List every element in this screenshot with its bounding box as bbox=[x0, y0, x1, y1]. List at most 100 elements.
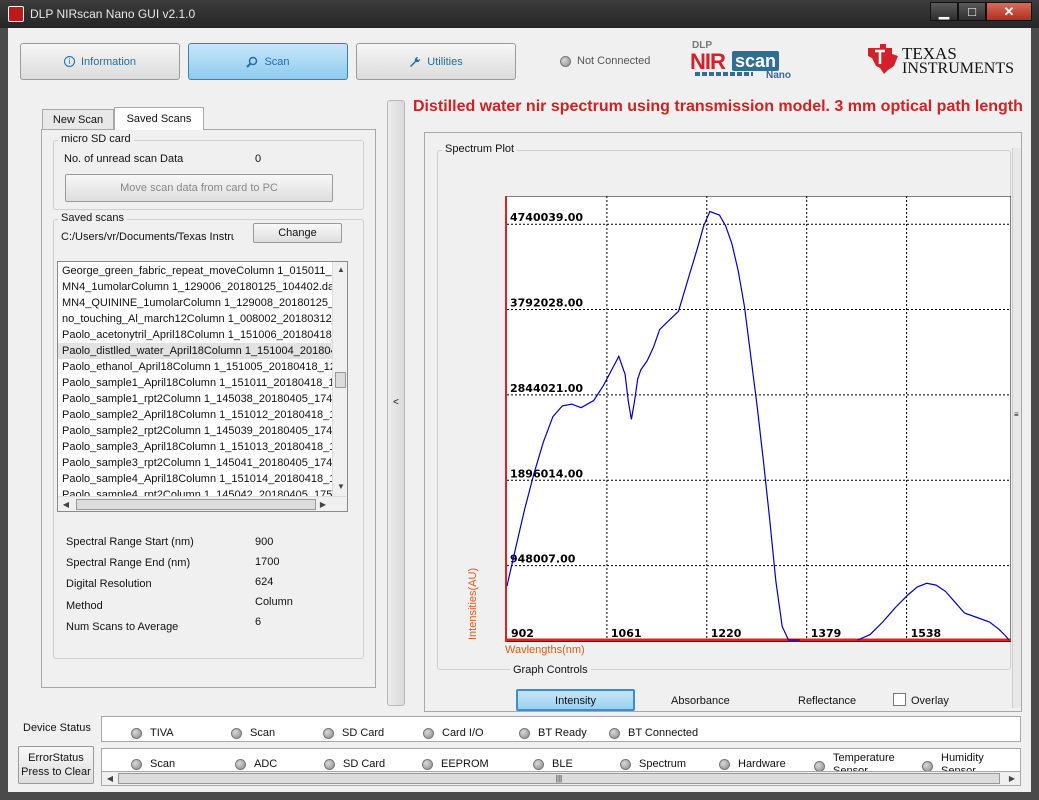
list-item[interactable]: Paolo_sample4_April18Column 1_151014_201… bbox=[58, 471, 332, 487]
error-status-button-line1: ErrorStatus bbox=[28, 752, 84, 764]
list-vertical-scrollbar[interactable]: ▲ ▼ bbox=[332, 262, 347, 496]
error-led-icon bbox=[422, 758, 433, 770]
search-icon bbox=[246, 56, 258, 68]
status-led-icon bbox=[131, 727, 142, 739]
list-item-selected[interactable]: Paolo_distlled_water_April18Column 1_151… bbox=[58, 343, 332, 359]
error-spectrum-label: Spectrum bbox=[639, 758, 687, 770]
x-tick-label: 1220 bbox=[711, 627, 742, 640]
x-tick-label: 902 bbox=[511, 627, 534, 640]
device-status-label: Device Status bbox=[23, 722, 91, 734]
overlay-checkbox[interactable] bbox=[893, 693, 906, 706]
scroll-grip-icon: ≡ bbox=[1014, 410, 1019, 419]
tab-saved-scans[interactable]: Saved Scans bbox=[114, 107, 204, 130]
y-axis-label: Intensities(AU) bbox=[467, 567, 479, 640]
spectrum-scrollbar[interactable]: ≡ bbox=[1012, 148, 1021, 708]
error-hardware: Hardware bbox=[719, 758, 786, 770]
scroll-up-icon[interactable]: ▲ bbox=[334, 263, 347, 277]
x-tick-label: 1538 bbox=[911, 627, 942, 640]
error-status-scrollbar[interactable]: ◀ ||| ▶ bbox=[101, 771, 1021, 786]
list-item[interactable]: Paolo_ethanol_April18Column 1_151005_201… bbox=[58, 359, 332, 375]
scroll-left-icon[interactable]: ◀ bbox=[59, 498, 73, 511]
nirscan-logo: DLP NIR scan Nano bbox=[690, 40, 800, 84]
list-item[interactable]: Paolo_sample1_April18Column 1_151011_201… bbox=[58, 375, 332, 391]
tab-utilities[interactable]: Utilities bbox=[356, 43, 516, 80]
error-status-clear-button[interactable]: ErrorStatus Press to Clear bbox=[18, 746, 94, 784]
error-sd-card: SD Card bbox=[324, 758, 385, 770]
list-item[interactable]: Paolo_acetonytril_April18Column 1_151006… bbox=[58, 327, 332, 343]
y-tick-label: 4740039.00 bbox=[510, 211, 583, 224]
spectrum-chart-svg: 902106112201379153817014740039.003792028… bbox=[504, 195, 1039, 643]
method-value: Column bbox=[255, 596, 293, 608]
minimize-button[interactable]: ▁ bbox=[930, 2, 958, 21]
error-eeprom-label: EEPROM bbox=[441, 758, 489, 770]
list-hscroll-thumb[interactable] bbox=[76, 499, 316, 510]
error-ble-label: BLE bbox=[552, 758, 573, 770]
scroll-down-icon[interactable]: ▼ bbox=[334, 480, 347, 494]
list-item[interactable]: Paolo_sample2_rpt2Column 1_145039_201804… bbox=[58, 423, 332, 439]
tab-information[interactable]: i Information bbox=[20, 43, 180, 80]
tab-scan[interactable]: Scan bbox=[188, 43, 348, 80]
status-led-icon bbox=[423, 727, 434, 739]
status-led-icon bbox=[323, 727, 334, 739]
overlay-label: Overlay bbox=[911, 695, 949, 707]
digital-resolution-value: 624 bbox=[255, 576, 274, 588]
error-scroll-thumb[interactable]: ||| bbox=[118, 773, 1000, 784]
spectral-start-label: Spectral Range Start (nm) bbox=[66, 536, 194, 548]
error-status-button-line2: Press to Clear bbox=[21, 766, 91, 778]
scroll-right-icon[interactable]: ▶ bbox=[1005, 772, 1019, 786]
list-item[interactable]: Paolo_sample3_rpt2Column 1_145041_201804… bbox=[58, 455, 332, 471]
scroll-left-icon[interactable]: ◀ bbox=[103, 772, 117, 786]
saved-scans-list[interactable]: George_green_fabric_repeat_moveColumn 1_… bbox=[57, 261, 348, 512]
error-scan-label: Scan bbox=[150, 758, 176, 770]
status-led-icon bbox=[231, 727, 242, 739]
maximize-button[interactable]: □ bbox=[958, 2, 986, 21]
spectral-end-value: 1700 bbox=[255, 556, 280, 568]
title-bar[interactable]: DLP NIRscan Nano GUI v2.1.0 ▁ □ ✕ bbox=[0, 0, 1039, 28]
list-item[interactable]: MN4_1umolarColumn 1_129006_20180125_1044… bbox=[58, 279, 332, 295]
move-scan-data-button[interactable]: Move scan data from card to PC bbox=[65, 174, 333, 202]
list-scroll-thumb[interactable] bbox=[335, 372, 346, 388]
absorbance-button[interactable]: Absorbance bbox=[671, 695, 730, 707]
tab-scan-label: Scan bbox=[264, 55, 290, 68]
error-led-icon bbox=[235, 758, 246, 770]
connection-status-text: Not Connected bbox=[577, 55, 651, 67]
list-item[interactable]: Paolo_sample3_April18Column 1_151013_201… bbox=[58, 439, 332, 455]
collapse-arrow-icon[interactable]: < bbox=[393, 397, 399, 408]
list-item[interactable]: Paolo_sample1_rpt2Column 1_145038_201804… bbox=[58, 391, 332, 407]
tab-new-scan[interactable]: New Scan bbox=[42, 109, 114, 129]
ti-line2: Instruments bbox=[902, 60, 1015, 77]
list-item[interactable]: no_touching_Al_march12Column 1_008002_20… bbox=[58, 311, 332, 327]
list-item[interactable]: Paolo_sample2_April18Column 1_151012_201… bbox=[58, 407, 332, 423]
ti-logo: Texas Instruments bbox=[866, 42, 1016, 82]
spectral-start-value: 900 bbox=[255, 536, 274, 548]
nano-logo-text: Nano bbox=[766, 70, 791, 81]
saved-scans-path: C:/Users/vr/Documents/Texas Instru bbox=[61, 231, 234, 243]
spectrum-plot-title: Spectrum Plot bbox=[442, 143, 518, 155]
close-button[interactable]: ✕ bbox=[986, 2, 1032, 21]
error-scan: Scan bbox=[131, 758, 175, 770]
spectrum-chart: 902106112201379153817014740039.003792028… bbox=[504, 195, 1039, 643]
status-card-io-label: Card I/O bbox=[442, 727, 484, 739]
status-scan: Scan bbox=[231, 727, 275, 739]
reflectance-button[interactable]: Reflectance bbox=[798, 695, 856, 707]
error-led-icon bbox=[620, 758, 631, 770]
ti-emblem-icon bbox=[868, 44, 898, 74]
panel-splitter[interactable]: < bbox=[387, 100, 405, 706]
change-path-button[interactable]: Change bbox=[253, 223, 342, 243]
method-label: Method bbox=[66, 600, 103, 612]
x-tick-label: 1061 bbox=[611, 627, 642, 640]
list-item[interactable]: MN4_QUININE_1umolarColumn 1_129008_20180… bbox=[58, 295, 332, 311]
status-bt-ready: BT Ready bbox=[519, 727, 587, 739]
saved-scans-list-items: George_green_fabric_repeat_moveColumn 1_… bbox=[58, 263, 332, 503]
scan-logo-text: scan bbox=[732, 51, 780, 71]
status-bt-connected: BT Connected bbox=[609, 727, 698, 739]
num-scans-label: Num Scans to Average bbox=[66, 621, 179, 633]
list-item[interactable]: George_green_fabric_repeat_moveColumn 1_… bbox=[58, 263, 332, 279]
list-horizontal-scrollbar[interactable]: ◀ ▶ bbox=[58, 496, 347, 511]
error-adc: ADC bbox=[235, 758, 277, 770]
status-scan-label: Scan bbox=[250, 727, 276, 739]
intensity-button[interactable]: Intensity bbox=[516, 689, 635, 711]
error-led-icon bbox=[533, 758, 544, 770]
error-eeprom: EEPROM bbox=[422, 758, 489, 770]
scroll-right-icon[interactable]: ▶ bbox=[316, 498, 330, 511]
